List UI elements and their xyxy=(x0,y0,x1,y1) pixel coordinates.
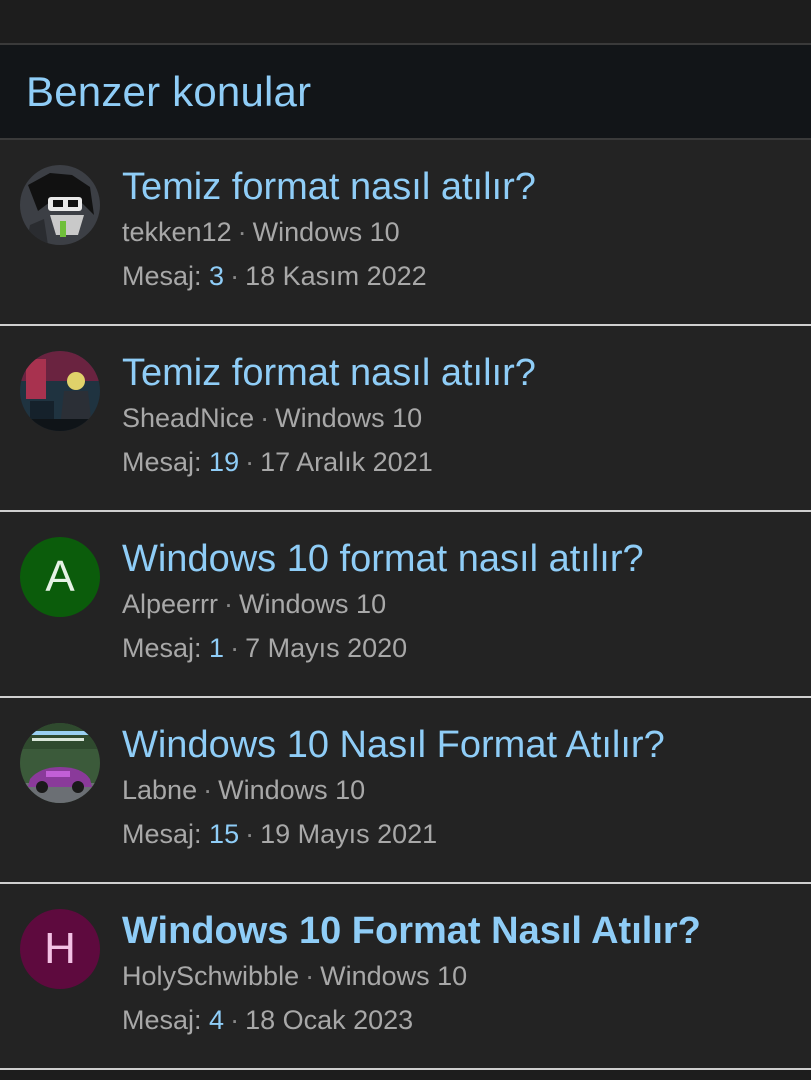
separator-dot: · xyxy=(230,1005,240,1035)
thread-meta-author: tekken12 · Windows 10 xyxy=(122,214,801,250)
forum-link[interactable]: Windows 10 xyxy=(275,403,422,433)
author-link[interactable]: Alpeerrr xyxy=(122,589,218,619)
messages-count: 3 xyxy=(209,261,225,291)
thread-meta-author: Labne · Windows 10 xyxy=(122,772,801,808)
user-photo-avatar-icon[interactable] xyxy=(20,723,100,803)
thread-meta-stats: Mesaj: 1 · 7 Mayıs 2020 xyxy=(122,630,801,666)
thread-body: Windows 10 format nasıl atılır? Alpeerrr… xyxy=(122,536,801,666)
separator-dot: · xyxy=(230,261,240,291)
thread-meta-author: SheadNice · Windows 10 xyxy=(122,400,801,436)
thread-title-link[interactable]: Windows 10 Format Nasıl Atılır? xyxy=(122,908,801,954)
forum-link[interactable]: Windows 10 xyxy=(239,589,386,619)
thread-item[interactable]: H Windows 10 Format Nasıl Atılır? HolySc… xyxy=(0,884,811,1070)
author-link[interactable]: HolySchwibble xyxy=(122,961,299,991)
thread-date: 19 Mayıs 2021 xyxy=(260,819,438,849)
messages-count: 19 xyxy=(209,447,240,477)
thread-date: 17 Aralık 2021 xyxy=(260,447,433,477)
separator-dot: · xyxy=(224,589,234,619)
top-strip xyxy=(0,0,811,45)
section-header: Benzer konular xyxy=(0,45,811,140)
author-link[interactable]: tekken12 xyxy=(122,217,232,247)
thread-item[interactable]: A Windows 10 format nasıl atılır? Alpeer… xyxy=(0,512,811,698)
avatar-letter: H xyxy=(44,924,76,973)
forum-link[interactable]: Windows 10 xyxy=(253,217,400,247)
forum-link[interactable]: Windows 10 xyxy=(218,775,365,805)
similar-threads-list: Temiz format nasıl atılır? tekken12 · Wind… xyxy=(0,140,811,1070)
thread-title-link[interactable]: Temiz format nasıl atılır? xyxy=(122,350,801,396)
messages-label: Mesaj: xyxy=(122,633,202,663)
thread-meta-author: Alpeerrr · Windows 10 xyxy=(122,586,801,622)
thread-date: 18 Ocak 2023 xyxy=(245,1005,414,1035)
letter-avatar[interactable]: A xyxy=(20,537,100,617)
author-link[interactable]: SheadNice xyxy=(122,403,254,433)
separator-dot: · xyxy=(260,403,270,433)
avatar-letter: A xyxy=(45,552,75,601)
messages-label: Mesaj: xyxy=(122,261,202,291)
thread-meta-stats: Mesaj: 3 · 18 Kasım 2022 xyxy=(122,258,801,294)
thread-title-link[interactable]: Windows 10 format nasıl atılır? xyxy=(122,536,801,582)
thread-body: Temiz format nasıl atılır? tekken12 · Wind… xyxy=(122,164,801,294)
separator-dot: · xyxy=(245,447,255,477)
thread-title-link[interactable]: Temiz format nasıl atılır? xyxy=(122,164,801,210)
thread-item[interactable]: Windows 10 Nasıl Format Atılır? Labne · Wi… xyxy=(0,698,811,884)
author-link[interactable]: Labne xyxy=(122,775,197,805)
thread-item[interactable]: Temiz format nasıl atılır? SheadNice · Win… xyxy=(0,326,811,512)
letter-avatar[interactable]: H xyxy=(20,909,100,989)
messages-count: 4 xyxy=(209,1005,225,1035)
separator-dot: · xyxy=(237,217,247,247)
thread-meta-stats: Mesaj: 4 · 18 Ocak 2023 xyxy=(122,1002,801,1038)
separator-dot: · xyxy=(203,775,213,805)
page: Benzer konular Temiz format nasıl atılır… xyxy=(0,0,811,1080)
messages-count: 1 xyxy=(209,633,225,663)
messages-label: Mesaj: xyxy=(122,819,202,849)
section-title: Benzer konular xyxy=(26,67,312,115)
thread-meta-stats: Mesaj: 19 · 17 Aralık 2021 xyxy=(122,444,801,480)
messages-count: 15 xyxy=(209,819,240,849)
separator-dot: · xyxy=(230,633,240,663)
messages-label: Mesaj: xyxy=(122,447,202,477)
thread-meta-stats: Mesaj: 15 · 19 Mayıs 2021 xyxy=(122,816,801,852)
thread-body: Temiz format nasıl atılır? SheadNice · Win… xyxy=(122,350,801,480)
thread-item[interactable]: Temiz format nasıl atılır? tekken12 · Wind… xyxy=(0,140,811,326)
thread-title-link[interactable]: Windows 10 Nasıl Format Atılır? xyxy=(122,722,801,768)
messages-label: Mesaj: xyxy=(122,1005,202,1035)
user-photo-avatar-icon[interactable] xyxy=(20,165,100,245)
user-photo-avatar-icon[interactable] xyxy=(20,351,100,431)
thread-meta-author: HolySchwibble · Windows 10 xyxy=(122,958,801,994)
separator-dot: · xyxy=(245,819,255,849)
thread-body: Windows 10 Nasıl Format Atılır? Labne · Wi… xyxy=(122,722,801,852)
thread-date: 7 Mayıs 2020 xyxy=(245,633,408,663)
forum-link[interactable]: Windows 10 xyxy=(320,961,467,991)
separator-dot: · xyxy=(305,961,315,991)
thread-date: 18 Kasım 2022 xyxy=(245,261,427,291)
thread-body: Windows 10 Format Nasıl Atılır? HolySchw… xyxy=(122,908,801,1038)
